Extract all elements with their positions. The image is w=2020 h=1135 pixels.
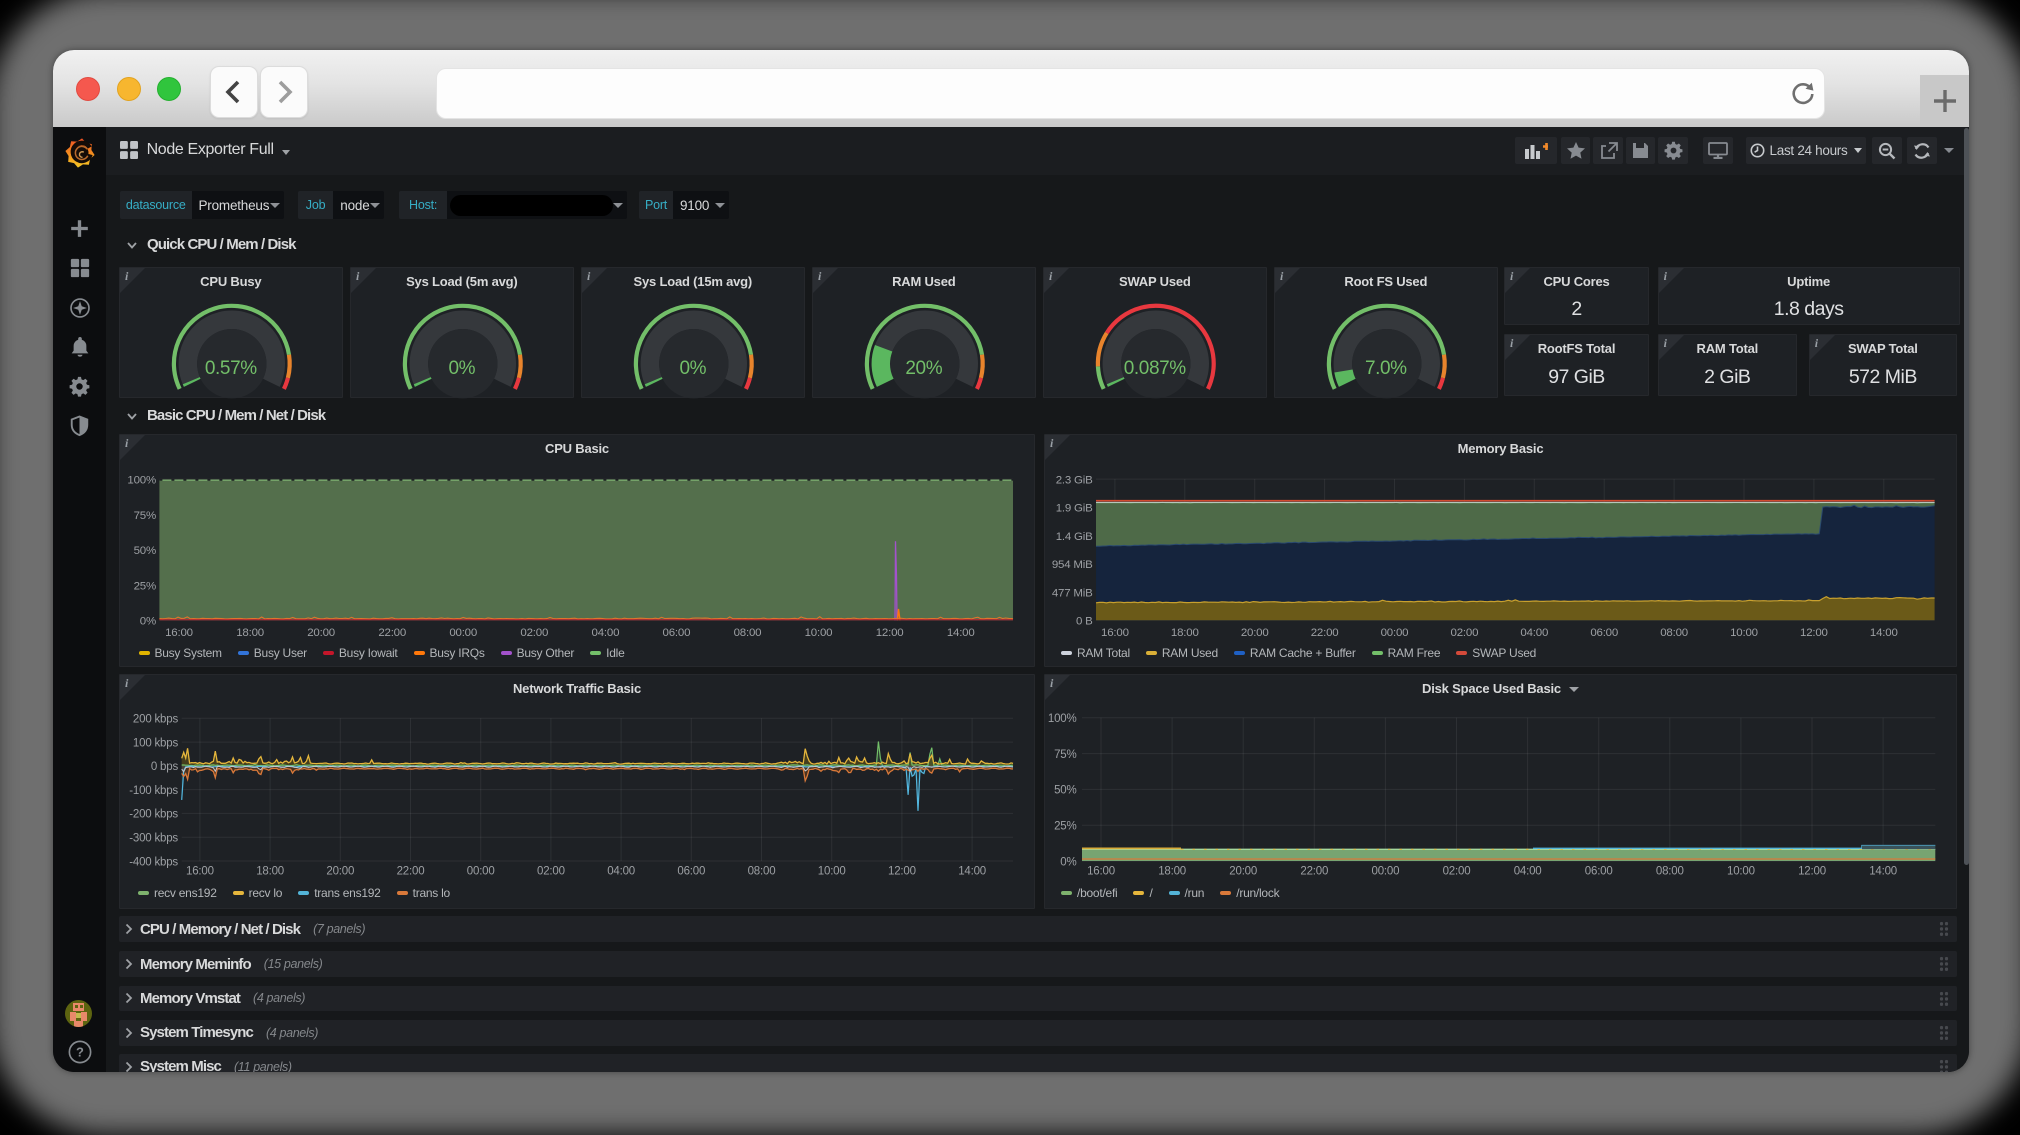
- svg-text:00:00: 00:00: [1372, 866, 1400, 878]
- svg-text:02:00: 02:00: [520, 627, 548, 639]
- svg-text:22:00: 22:00: [1300, 866, 1328, 878]
- svg-text:16:00: 16:00: [1101, 627, 1129, 639]
- svg-text:14:00: 14:00: [947, 627, 975, 639]
- svg-text:10:00: 10:00: [805, 627, 833, 639]
- svg-text:2.3 GiB: 2.3 GiB: [1056, 474, 1093, 486]
- svg-text:18:00: 18:00: [236, 627, 264, 639]
- svg-text:22:00: 22:00: [1311, 627, 1339, 639]
- svg-text:18:00: 18:00: [1158, 866, 1186, 878]
- svg-text:14:00: 14:00: [958, 866, 986, 878]
- svg-text:14:00: 14:00: [1869, 866, 1897, 878]
- svg-text:12:00: 12:00: [1800, 627, 1828, 639]
- svg-text:04:00: 04:00: [1520, 627, 1548, 639]
- svg-text:75%: 75%: [134, 509, 156, 521]
- svg-text:0%: 0%: [140, 615, 156, 627]
- svg-text:1.4 GiB: 1.4 GiB: [1056, 531, 1093, 543]
- svg-text:18:00: 18:00: [256, 866, 284, 878]
- svg-text:02:00: 02:00: [1443, 866, 1471, 878]
- svg-text:12:00: 12:00: [876, 627, 904, 639]
- svg-text:-400 kbps: -400 kbps: [129, 856, 178, 868]
- svg-text:20:00: 20:00: [326, 866, 354, 878]
- svg-text:-200 kbps: -200 kbps: [129, 809, 178, 821]
- svg-text:22:00: 22:00: [378, 627, 406, 639]
- svg-text:02:00: 02:00: [1451, 627, 1479, 639]
- svg-text:06:00: 06:00: [663, 627, 691, 639]
- svg-text:00:00: 00:00: [449, 627, 477, 639]
- svg-text:14:00: 14:00: [1870, 627, 1898, 639]
- svg-text:16:00: 16:00: [1087, 866, 1115, 878]
- svg-text:477 MiB: 477 MiB: [1052, 587, 1093, 599]
- svg-text:18:00: 18:00: [1171, 627, 1199, 639]
- svg-text:0 B: 0 B: [1076, 615, 1093, 627]
- svg-text:100%: 100%: [127, 474, 156, 486]
- svg-text:10:00: 10:00: [1730, 627, 1758, 639]
- svg-text:-100 kbps: -100 kbps: [129, 785, 178, 797]
- svg-text:06:00: 06:00: [677, 866, 705, 878]
- svg-text:06:00: 06:00: [1585, 866, 1613, 878]
- svg-text:0%: 0%: [1060, 856, 1076, 868]
- svg-text:200 kbps: 200 kbps: [133, 714, 179, 726]
- svg-text:04:00: 04:00: [592, 627, 620, 639]
- svg-text:25%: 25%: [134, 580, 156, 592]
- svg-text:20:00: 20:00: [1229, 866, 1257, 878]
- svg-text:16:00: 16:00: [186, 866, 214, 878]
- svg-text:08:00: 08:00: [734, 627, 762, 639]
- svg-text:954 MiB: 954 MiB: [1052, 559, 1093, 571]
- svg-text:100 kbps: 100 kbps: [133, 737, 179, 749]
- svg-text:25%: 25%: [1054, 821, 1076, 833]
- svg-text:02:00: 02:00: [537, 866, 565, 878]
- svg-text:20:00: 20:00: [1241, 627, 1269, 639]
- svg-text:00:00: 00:00: [467, 866, 495, 878]
- svg-text:08:00: 08:00: [748, 866, 776, 878]
- svg-text:50%: 50%: [134, 545, 156, 557]
- svg-text:16:00: 16:00: [165, 627, 193, 639]
- svg-text:10:00: 10:00: [1727, 866, 1755, 878]
- svg-text:75%: 75%: [1054, 749, 1076, 761]
- svg-text:06:00: 06:00: [1590, 627, 1618, 639]
- svg-text:12:00: 12:00: [888, 866, 916, 878]
- svg-text:04:00: 04:00: [1514, 866, 1542, 878]
- svg-text:20:00: 20:00: [307, 627, 335, 639]
- svg-text:0 bps: 0 bps: [151, 761, 179, 773]
- svg-text:100%: 100%: [1048, 713, 1077, 725]
- svg-text:1.9 GiB: 1.9 GiB: [1056, 502, 1093, 514]
- svg-text:04:00: 04:00: [607, 866, 635, 878]
- svg-text:08:00: 08:00: [1660, 627, 1688, 639]
- svg-text:08:00: 08:00: [1656, 866, 1684, 878]
- svg-text:22:00: 22:00: [397, 866, 425, 878]
- svg-text:?: ?: [76, 1045, 84, 1060]
- svg-text:50%: 50%: [1054, 785, 1076, 797]
- svg-text:00:00: 00:00: [1381, 627, 1409, 639]
- svg-text:12:00: 12:00: [1798, 866, 1826, 878]
- svg-text:-300 kbps: -300 kbps: [129, 833, 178, 845]
- svg-text:10:00: 10:00: [818, 866, 846, 878]
